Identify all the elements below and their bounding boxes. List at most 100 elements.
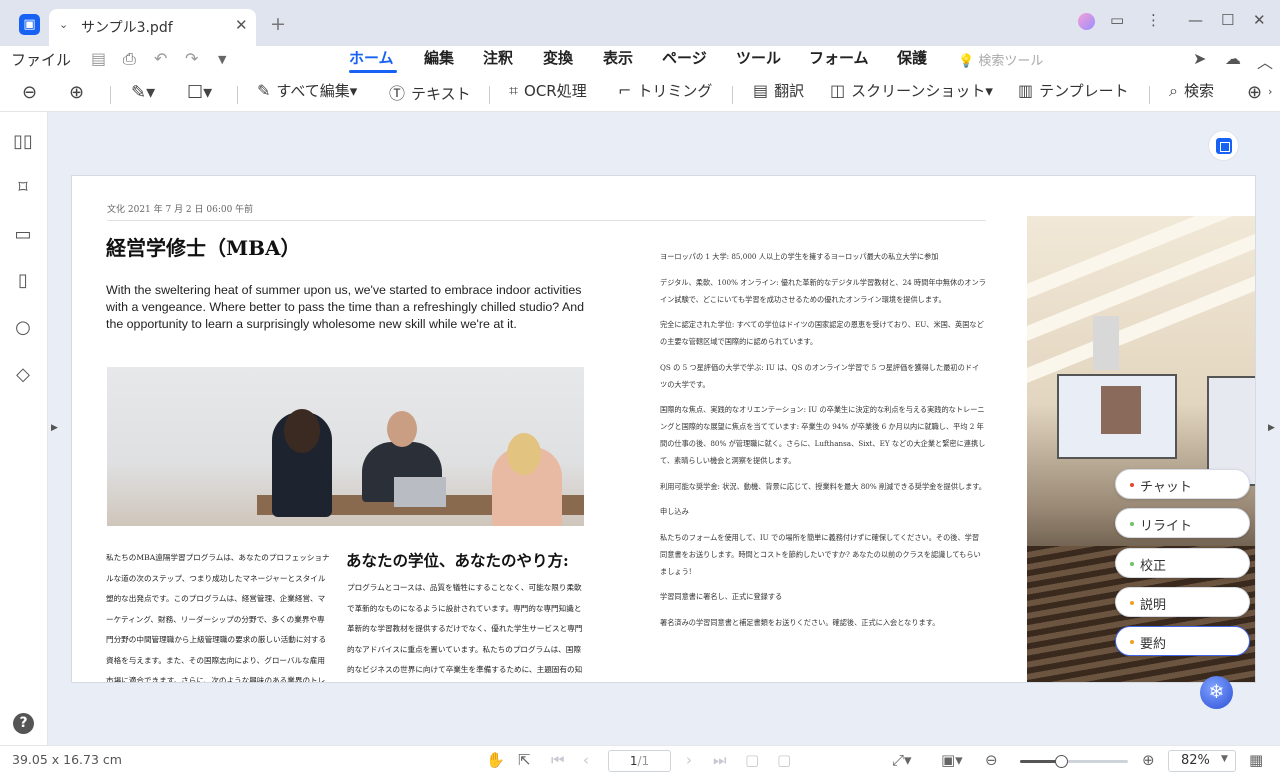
photo-projection-screen (1057, 374, 1177, 459)
bookmark-page-icon[interactable]: ▢ (777, 751, 791, 769)
close-tab-icon[interactable]: ✕ (235, 16, 248, 34)
photo-person (387, 411, 417, 447)
tab-page[interactable]: ページ (662, 47, 707, 68)
left-sidebar: ▯▯ ⌑ ▭ ▯ ○ ◇ ? (0, 112, 48, 745)
undo-icon[interactable]: ↶ (154, 49, 167, 68)
zoom-in-icon[interactable]: ⊕ (1142, 751, 1155, 769)
collapse-ribbon-icon[interactable]: ︿ (1257, 49, 1273, 73)
save-icon[interactable]: ▤ (91, 49, 106, 68)
last-page-icon[interactable]: ⏭ (713, 751, 727, 769)
zoom-out-icon[interactable]: ⊖ (22, 82, 37, 103)
highlight-icon[interactable]: ✎▾ (131, 82, 155, 103)
search-tools[interactable]: 💡 検索ツール (958, 50, 1043, 69)
page-number-field[interactable]: 1/1 (608, 750, 671, 772)
zoom-slider[interactable] (1020, 755, 1128, 768)
toolbar-divider (1149, 86, 1150, 104)
ai-chip-label: リライト (1140, 519, 1193, 534)
close-window-icon[interactable]: ✕ (1253, 11, 1266, 29)
maximize-icon[interactable]: ☐ (1221, 11, 1234, 29)
minimize-icon[interactable]: — (1188, 11, 1203, 29)
comment-icon[interactable]: ▭ (12, 224, 34, 246)
redo-icon[interactable]: ↷ (185, 49, 198, 68)
thumbnail-icon[interactable]: ▯▯ (12, 131, 34, 153)
chip-dot (1130, 601, 1134, 605)
toolbar-scroll-right-icon[interactable]: › (1268, 85, 1272, 98)
tab-convert[interactable]: 変換 (543, 47, 573, 68)
ai-chat-button[interactable]: チャット (1115, 469, 1250, 499)
zoom-level-dropdown[interactable]: 82% ▼ (1168, 750, 1236, 772)
new-tab-icon[interactable]: + (270, 13, 286, 35)
tab-chevron-icon[interactable]: ⌄ (59, 18, 68, 31)
article-column-3: ヨーロッパの 1 大学: 85,000 人以上の学生を擁するヨーロッパ最大の私立… (660, 248, 986, 639)
ai-summarize-button[interactable]: 要約 (1115, 626, 1250, 656)
fit-page-icon[interactable]: ⤢▾ (892, 751, 912, 769)
hand-tool-icon[interactable]: ✋ (486, 751, 505, 769)
ocr-button[interactable]: ⌗ OCR処理 (509, 80, 587, 101)
more-icon[interactable]: ⋮ (1146, 11, 1161, 29)
grid-view-icon[interactable]: ▦ (1249, 751, 1263, 769)
expand-left-panel-icon[interactable]: ▶ (51, 423, 58, 433)
search-button[interactable]: ⌕ 検索 (1169, 80, 1214, 101)
screenshot-button[interactable]: ◫ スクリーンショット▾ (830, 80, 993, 101)
zoom-out-icon[interactable]: ⊖ (985, 751, 998, 769)
paragraph: 私たちのフォームを使用して、IU での場所を簡単に義務付けずに確保してください。… (660, 532, 981, 576)
tab-annotate[interactable]: 注釈 (483, 47, 513, 68)
tab-home[interactable]: ホーム (349, 47, 394, 68)
ai-chip-label: 説明 (1140, 598, 1167, 613)
cloud-upload-icon[interactable]: ☁ (1225, 49, 1241, 68)
paragraph: 署名済みの学習同意書と補足書類をお送りください。確認後、正式に入会となります。 (660, 617, 940, 627)
comment-icon[interactable]: ▭ (1110, 11, 1124, 29)
rotate-icon[interactable]: ▢ (745, 751, 759, 769)
screenshot-label: スクリーンショット (851, 82, 986, 100)
search-icon: ⌕ (1169, 81, 1178, 100)
ai-explain-button[interactable]: 説明 (1115, 587, 1250, 617)
tab-title[interactable]: サンプル3.pdf (81, 17, 173, 37)
ai-assistant-icon[interactable]: ❄ (1200, 676, 1233, 709)
tab-form[interactable]: フォーム (809, 47, 869, 68)
crop-button[interactable]: ⌐ トリミング (618, 80, 712, 101)
share-icon[interactable]: ➤ (1193, 49, 1206, 68)
page-layout-icon[interactable]: ▣▾ (941, 751, 963, 769)
quick-access-dropdown-icon[interactable]: ▼ (218, 53, 226, 66)
tab-protect[interactable]: 保護 (897, 47, 927, 68)
bookmark-icon[interactable]: ⌑ (12, 177, 34, 199)
tab-edit[interactable]: 編集 (424, 47, 454, 68)
paragraph: 申し込み (660, 507, 689, 516)
zoom-in-icon[interactable]: ⊕ (69, 82, 84, 103)
zoom-slider-handle[interactable] (1055, 755, 1069, 768)
text-label: テキスト (411, 85, 471, 103)
chip-dot (1130, 522, 1134, 526)
ai-proofread-button[interactable]: 校正 (1115, 548, 1250, 578)
edit-all-label: すべて編集 (276, 82, 350, 100)
ai-rewrite-button[interactable]: リライト (1115, 508, 1250, 538)
ai-chip-label: 校正 (1140, 559, 1167, 574)
select-tool-icon[interactable]: ⇱ (518, 751, 531, 769)
chip-dot (1130, 640, 1134, 644)
document-tab[interactable]: ⌄ サンプル3.pdf ✕ (49, 9, 256, 46)
search-tools-label: 検索ツール (978, 54, 1044, 69)
template-button[interactable]: ▥ テンプレート (1018, 80, 1129, 101)
prev-page-icon[interactable]: ‹ (583, 751, 589, 769)
app-logo-icon[interactable]: ▣ (19, 14, 40, 35)
translate-button[interactable]: ▤ 翻訳 (753, 80, 804, 101)
screenshot-icon: ◫ (830, 81, 846, 100)
globe-icon[interactable]: ⊕ (1247, 82, 1262, 103)
next-page-icon[interactable]: › (686, 751, 692, 769)
search-icon[interactable]: ○ (12, 317, 34, 339)
attachment-icon[interactable]: ▯ (12, 270, 34, 292)
ai-sidebar-button[interactable] (1208, 130, 1239, 161)
edit-all-button[interactable]: ✎ すべて編集▾ (257, 80, 357, 101)
tab-tools[interactable]: ツール (736, 47, 781, 68)
layers-icon[interactable]: ◇ (12, 364, 34, 386)
shape-icon[interactable]: ☐▾ (187, 82, 212, 103)
expand-right-panel-icon[interactable]: ▶ (1268, 423, 1275, 433)
menu-file[interactable]: ファイル (11, 49, 71, 70)
text-icon: Ⓣ (389, 84, 406, 103)
total-pages: /1 (637, 754, 650, 768)
avatar-icon[interactable] (1078, 13, 1095, 30)
print-icon[interactable]: ⎙ (123, 49, 136, 69)
help-icon[interactable]: ? (13, 713, 34, 734)
text-button[interactable]: Ⓣ テキスト (389, 80, 471, 104)
tab-view[interactable]: 表示 (603, 47, 633, 68)
first-page-icon[interactable]: ⏮ (551, 751, 565, 769)
